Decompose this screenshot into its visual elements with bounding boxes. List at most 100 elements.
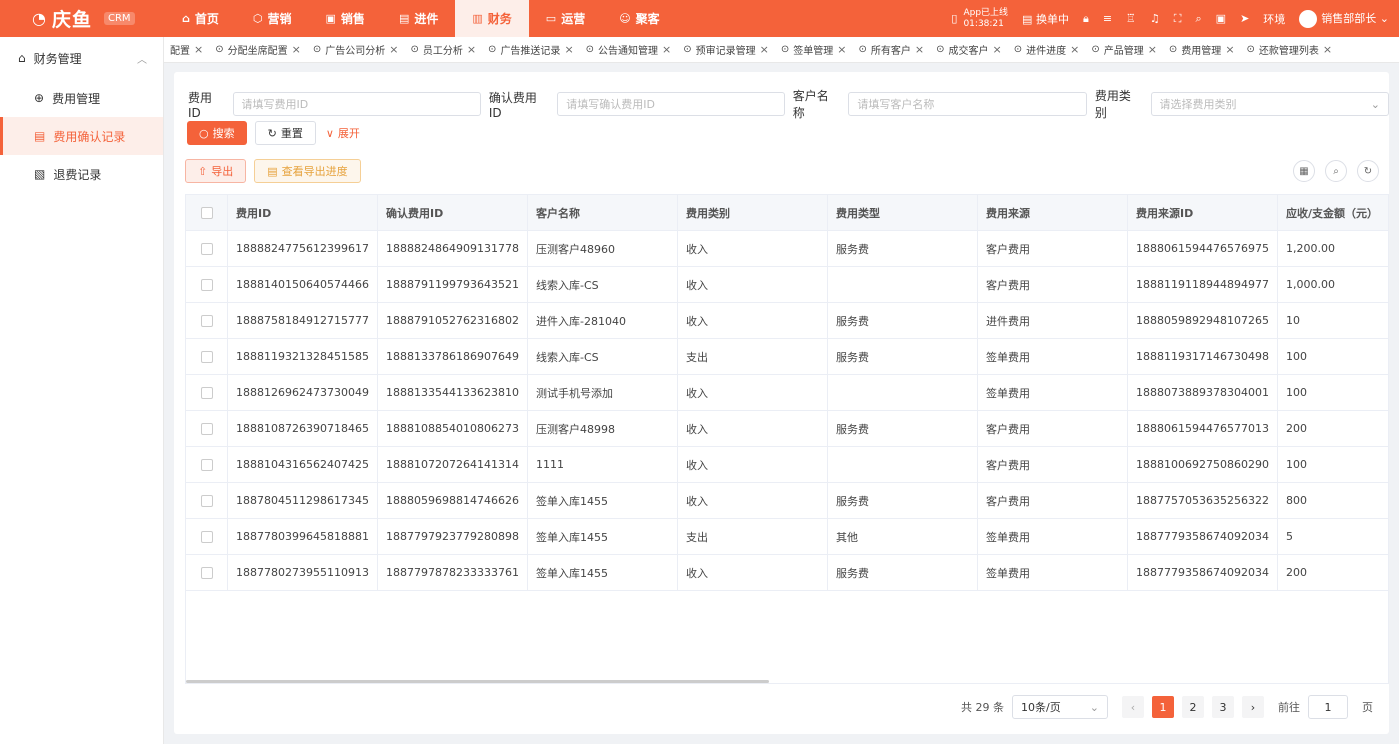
horizontal-scrollbar[interactable] — [186, 680, 769, 683]
confirm-id-input[interactable]: 请填写确认费用ID — [557, 92, 785, 116]
close-icon[interactable]: × — [194, 43, 203, 56]
close-icon[interactable]: × — [1070, 43, 1079, 56]
tab-item[interactable]: ⊙ 广告公司分析 × — [307, 37, 405, 62]
user-menu[interactable]: 销售部部长 ⌄ — [1299, 9, 1389, 28]
table-row[interactable]: 1888140150640574466 1888791199793643521 线索… — [186, 266, 1388, 303]
table-row[interactable]: 1887780273955110913 1887797878233333761 签单… — [186, 554, 1388, 591]
tab-item[interactable]: ⊙ 成交客户 × — [930, 37, 1008, 62]
customer-input[interactable]: 请填写客户名称 — [848, 92, 1087, 116]
close-icon[interactable]: × — [1225, 43, 1234, 56]
category-select[interactable]: 请选择费用类别 ⌄ — [1150, 92, 1389, 116]
tab-item[interactable]: ⊙ 广告推送记录 × — [482, 37, 580, 62]
close-icon[interactable]: × — [564, 43, 573, 56]
row-checkbox[interactable] — [186, 266, 228, 303]
columns-icon[interactable]: ▦ — [1293, 160, 1315, 182]
tab-item[interactable]: ⊙ 还款管理列表 × — [1241, 37, 1339, 62]
bell-icon[interactable]: ♫ — [1150, 12, 1160, 25]
search-icon[interactable]: ⌕ — [1325, 160, 1347, 182]
nav-application[interactable]: ▤ 进件 — [382, 0, 455, 37]
tab-item[interactable]: ⊙ 费用管理 × — [1163, 37, 1241, 62]
refresh-icon[interactable]: ↻ — [1357, 160, 1379, 182]
sidebar-item-refund[interactable]: ▧ 退费记录 — [0, 155, 163, 193]
column-header[interactable]: 客户名称 — [528, 195, 678, 231]
column-header[interactable]: 费用类别 — [678, 195, 828, 231]
row-checkbox[interactable] — [186, 482, 228, 519]
row-checkbox[interactable] — [186, 338, 228, 375]
column-header[interactable]: 确认费用ID — [378, 195, 528, 231]
sidebar-group-finance[interactable]: ⌂ 财务管理 ︿ — [0, 37, 163, 79]
nav-customers[interactable]: ☺ 聚客 — [602, 0, 676, 37]
row-checkbox[interactable] — [186, 302, 228, 339]
close-icon[interactable]: × — [837, 43, 846, 56]
table-row[interactable]: 1888824775612399617 1888824864909131778 压测… — [186, 230, 1388, 267]
nav-operation[interactable]: ▭ 运营 — [529, 0, 602, 37]
search-button[interactable]: ○ 搜索 — [187, 121, 247, 145]
reset-button[interactable]: ↻ 重置 — [254, 121, 316, 145]
nav-sales[interactable]: ▣ 销售 — [309, 0, 382, 37]
close-icon[interactable]: × — [1323, 43, 1332, 56]
tab-item[interactable]: ⊙ 进件进度 × — [1008, 37, 1086, 62]
send-icon[interactable]: ➤ — [1240, 12, 1249, 25]
table-row[interactable]: 1888758184912715777 1888791052762316802 进件… — [186, 302, 1388, 339]
row-checkbox[interactable] — [186, 518, 228, 555]
lock-icon[interactable]: 🔒︎ — [1083, 12, 1089, 26]
table-row[interactable]: 1888126962473730049 1888133544133623810 测试… — [186, 374, 1388, 411]
tab-item[interactable]: ⊙ 预审记录管理 × — [677, 37, 775, 62]
menu-icon[interactable]: ≡ — [1103, 12, 1112, 25]
briefcase-icon[interactable]: ▣ — [1216, 12, 1226, 25]
export-button[interactable]: ⇧ 导出 — [185, 159, 247, 183]
expand-button[interactable]: ∨ 展开 — [324, 121, 362, 145]
tab-item[interactable]: ⊙ 所有客户 × — [852, 37, 930, 62]
tab-item[interactable]: ⊙ 签单管理 × — [775, 37, 853, 62]
nav-home[interactable]: ⌂ 首页 — [165, 0, 236, 37]
prev-page-button[interactable]: ‹ — [1122, 696, 1144, 718]
app-status[interactable]: ▯ App已上线 01:38:21 — [951, 8, 1008, 30]
table-row[interactable]: 1887804511298617345 1888059698814746626 签单… — [186, 482, 1388, 519]
table-row[interactable]: 1888119321328451585 1888133786186907649 线索… — [186, 338, 1388, 375]
row-checkbox[interactable] — [186, 446, 228, 483]
tab-item[interactable]: ⊙ 员工分析 × — [404, 37, 482, 62]
page-2-button[interactable]: 2 — [1182, 696, 1204, 718]
export-progress-button[interactable]: ▤ 查看导出进度 — [254, 159, 361, 183]
nav-finance[interactable]: ▥ 财务 — [455, 0, 529, 37]
approve-status[interactable]: ▤ 换单中 — [1022, 11, 1069, 27]
search-icon[interactable]: ⌕ — [1195, 12, 1201, 26]
table-row[interactable]: 1888108726390718465 1888108854010806273 压测… — [186, 410, 1388, 447]
close-icon[interactable]: × — [1148, 43, 1157, 56]
sidebar-item-fee-management[interactable]: ⊕ 费用管理 — [0, 79, 163, 117]
goto-page-input[interactable]: 1 — [1308, 695, 1348, 719]
next-page-button[interactable]: › — [1242, 696, 1264, 718]
close-icon[interactable]: × — [389, 43, 398, 56]
close-icon[interactable]: × — [662, 43, 671, 56]
row-checkbox[interactable] — [186, 410, 228, 447]
row-checkbox[interactable] — [186, 554, 228, 591]
page-1-button[interactable]: 1 — [1152, 696, 1174, 718]
fullscreen-icon[interactable]: ⛶ — [1174, 12, 1182, 26]
column-header[interactable]: 费用来源 — [978, 195, 1128, 231]
select-all-checkbox[interactable] — [186, 195, 228, 231]
shirt-icon[interactable]: ♖ — [1126, 12, 1136, 25]
nav-marketing[interactable]: ⬡ 营销 — [236, 0, 309, 37]
table-row[interactable]: 1887780399645818881 1887797923779280898 签单… — [186, 518, 1388, 555]
page-3-button[interactable]: 3 — [1212, 696, 1234, 718]
row-checkbox[interactable] — [186, 374, 228, 411]
tab-item[interactable]: ⊙ 公告通知管理 × — [580, 37, 678, 62]
close-icon[interactable]: × — [992, 43, 1001, 56]
tab-item[interactable]: ⊙ 分配坐席配置 × — [209, 37, 307, 62]
tab-item[interactable]: 配置 × — [164, 37, 209, 62]
page-size-select[interactable]: 10条/页 ⌄ — [1012, 695, 1108, 719]
close-icon[interactable]: × — [292, 43, 301, 56]
close-icon[interactable]: × — [467, 43, 476, 56]
table-row[interactable]: 1888104316562407425 1888107207264141314 11… — [186, 446, 1388, 483]
tab-item[interactable]: ⊙ 产品管理 × — [1085, 37, 1163, 62]
column-header[interactable]: 费用类型 — [828, 195, 978, 231]
column-header[interactable]: 费用ID — [228, 195, 378, 231]
column-header[interactable]: 费用来源ID — [1128, 195, 1278, 231]
close-icon[interactable]: × — [760, 43, 769, 56]
fee-id-input[interactable]: 请填写费用ID — [232, 92, 481, 116]
env-label[interactable]: 环境 — [1263, 11, 1285, 27]
column-header[interactable]: 应收/支金额（元） — [1278, 195, 1388, 231]
sidebar-item-fee-confirm[interactable]: ▤ 费用确认记录 — [0, 117, 163, 155]
close-icon[interactable]: × — [915, 43, 924, 56]
row-checkbox[interactable] — [186, 230, 228, 267]
